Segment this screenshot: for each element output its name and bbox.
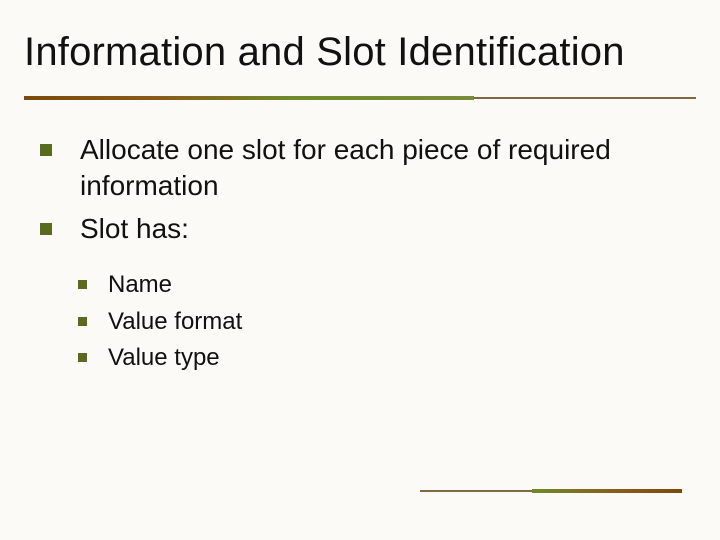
list-item: Value format: [78, 306, 680, 338]
title-divider: [24, 96, 696, 102]
slide: Information and Slot Identification Allo…: [0, 0, 720, 540]
slide-body: Allocate one slot for each piece of requ…: [40, 132, 680, 378]
list-item: Name: [78, 269, 680, 301]
bullet-list-level2: Name Value format Value type: [40, 269, 680, 374]
list-item: Allocate one slot for each piece of requ…: [40, 132, 680, 205]
list-item: Slot has:: [40, 211, 680, 247]
footer-divider: [420, 489, 682, 494]
list-item: Value type: [78, 342, 680, 374]
bullet-list-level1: Allocate one slot for each piece of requ…: [40, 132, 680, 247]
slide-title: Information and Slot Identification: [24, 30, 696, 75]
